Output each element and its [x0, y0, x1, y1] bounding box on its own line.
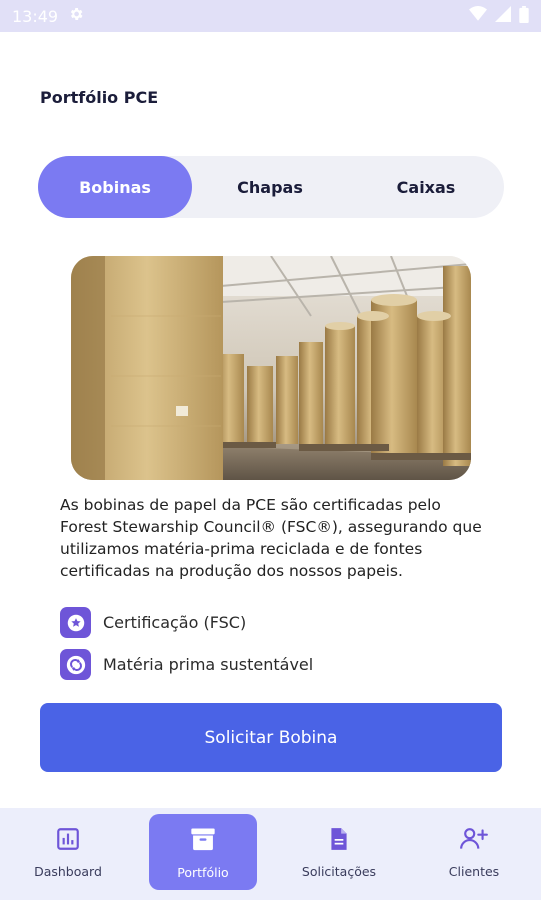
feature-label: Matéria prima sustentável: [103, 655, 314, 674]
signal-icon: [495, 6, 511, 26]
nav-portfolio[interactable]: Portfólio: [149, 814, 257, 890]
wifi-icon: [469, 6, 487, 26]
document-icon: [326, 826, 352, 856]
nav-solicitacoes[interactable]: Solicitações: [285, 814, 393, 890]
product-description: As bobinas de papel da PCE são certifica…: [60, 496, 482, 580]
feature-label: Certificação (FSC): [103, 613, 247, 632]
nav-dashboard[interactable]: Dashboard: [14, 814, 122, 890]
add-user-icon: [459, 826, 489, 856]
dashboard-icon: [55, 826, 81, 856]
settings-gear-icon: [68, 6, 84, 26]
request-bobina-button[interactable]: Solicitar Bobina: [40, 703, 502, 772]
nav-clientes[interactable]: Clientes: [420, 814, 528, 890]
nav-label: Dashboard: [34, 863, 102, 879]
status-time: 13:49: [12, 6, 59, 26]
recycle-icon: [60, 649, 91, 680]
page-title: Portfólio PCE: [40, 88, 159, 107]
nav-label: Portfólio: [177, 864, 229, 880]
battery-icon: [519, 5, 529, 27]
bottom-nav: Dashboard Portfólio Solicitações Cliente…: [0, 808, 541, 900]
tab-bobinas[interactable]: Bobinas: [38, 156, 192, 218]
tab-caixas[interactable]: Caixas: [348, 156, 504, 218]
product-image: [71, 256, 471, 480]
status-bar: 13:49: [0, 0, 541, 32]
feature-fsc: Certificação (FSC): [60, 607, 246, 638]
archive-box-icon: [189, 825, 217, 857]
nav-label: Clientes: [448, 863, 500, 879]
star-icon: [60, 607, 91, 638]
category-tabs: Bobinas Chapas Caixas: [38, 156, 504, 218]
nav-label: Solicitações: [301, 863, 377, 879]
tab-chapas[interactable]: Chapas: [192, 156, 348, 218]
feature-sustainable: Matéria prima sustentável: [60, 649, 313, 680]
